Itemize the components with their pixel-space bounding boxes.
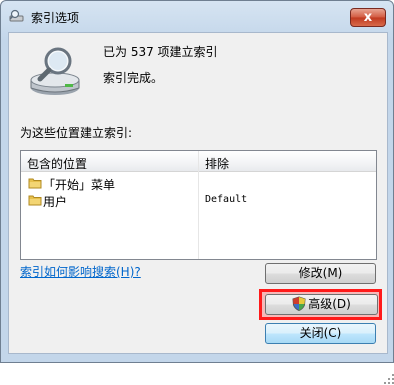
- close-icon: x: [363, 10, 373, 25]
- locations-heading: 为这些位置建立索引:: [20, 126, 133, 140]
- advanced-button-label: 高级(D): [308, 297, 351, 311]
- indexing-options-window: 索引选项 x 已为 537 项建立索引 索引完成。 为这些位置建立索引: 包含的…: [0, 0, 394, 384]
- window-title: 索引选项: [31, 11, 80, 25]
- uac-shield-icon: [292, 296, 306, 311]
- location-exclude: Default: [205, 194, 248, 205]
- dialog-body: 已为 537 项建立索引 索引完成。 为这些位置建立索引: 包含的位置 排除 「…: [8, 32, 394, 384]
- close-window-button[interactable]: x: [350, 8, 386, 27]
- list-row-users[interactable]: 用户 Default: [21, 192, 376, 209]
- indexing-help-link[interactable]: 索引如何影响搜索(H)?: [20, 263, 141, 280]
- indexing-drive-magnifier-icon: [30, 47, 80, 95]
- column-header-included[interactable]: 包含的位置: [27, 155, 87, 172]
- modify-button[interactable]: 修改(M): [265, 263, 376, 284]
- folder-icon: [28, 178, 42, 189]
- resize-grip[interactable]: [383, 373, 394, 385]
- index-status-text: 索引完成。: [103, 71, 164, 85]
- search-drive-icon: [9, 9, 24, 22]
- locations-list[interactable]: 包含的位置 排除 「开始」菜单 用户 Default: [20, 150, 377, 260]
- location-name: 用户: [43, 195, 68, 209]
- folder-icon: [28, 195, 42, 206]
- title-bar[interactable]: 索引选项 x: [1, 1, 393, 31]
- advanced-button[interactable]: 高级(D): [265, 294, 378, 315]
- indexed-count-text: 已为 537 项建立索引: [103, 45, 218, 59]
- list-row-start-menu[interactable]: 「开始」菜单: [21, 175, 376, 192]
- close-button[interactable]: 关闭(C): [265, 323, 376, 344]
- location-name: 「开始」菜单: [43, 178, 116, 192]
- column-header-exclude[interactable]: 排除: [205, 155, 229, 172]
